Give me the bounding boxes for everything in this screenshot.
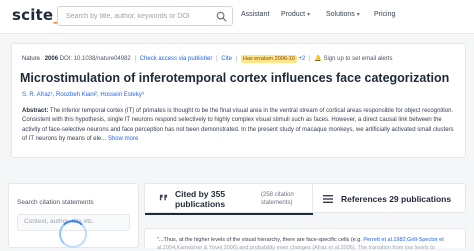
- authors[interactable]: S. R. Afraz¹, Roozbeh Kiani², Hossein Es…: [22, 92, 144, 98]
- loading-spinner-icon: [59, 220, 87, 248]
- separator: |: [309, 56, 311, 62]
- search-input[interactable]: [66, 10, 214, 23]
- statement-ref-link[interactable]: Perrett et al.1982;Grill-Spector et: [363, 237, 443, 243]
- citation-statement-card: "...Thus, at the higher levels of the vi…: [144, 228, 466, 251]
- nav-solutions[interactable]: Solutions ▾: [326, 11, 360, 18]
- statement-line-2: al.2004;Kanwisher & Yovel 2006) and prob…: [157, 245, 435, 251]
- tab-references[interactable]: References 29 publications: [313, 184, 465, 214]
- nav-pricing[interactable]: Pricing: [374, 11, 395, 18]
- show-more-link[interactable]: Show more: [108, 136, 138, 142]
- abstract-label: Abstract:: [22, 108, 49, 114]
- citation-search-panel: Search citation statements: [8, 183, 139, 248]
- active-tab-underline: [145, 213, 313, 215]
- doi[interactable]: DOI: 10.1038/nature04982: [60, 56, 131, 62]
- more-badges-link[interactable]: +2: [299, 56, 306, 62]
- erratum-badge[interactable]: Has erratum 2006-10: [240, 55, 297, 63]
- logo-text: scite: [12, 6, 54, 24]
- abstract: Abstract: The inferior temporal cortex (…: [22, 107, 458, 145]
- search-box[interactable]: [57, 6, 233, 26]
- references-count: References 29 publications: [341, 194, 452, 204]
- email-alerts-link[interactable]: Sign up to set email alerts: [323, 56, 392, 62]
- chevron-down-icon: ▾: [307, 12, 311, 18]
- paper-title: Microstimulation of inferotemporal corte…: [20, 71, 450, 85]
- abstract-text: The inferior temporal cortex (IT) of pri…: [22, 108, 454, 143]
- list-icon: [323, 195, 333, 203]
- scite-logo[interactable]: scite_: [12, 6, 61, 24]
- citation-statements-count: (258 citation statements): [261, 191, 294, 207]
- nav-solutions-label: Solutions: [326, 11, 355, 18]
- journal-name[interactable]: Nature: [22, 56, 40, 62]
- statement-text: "...Thus, at the higher levels of the vi…: [157, 237, 362, 243]
- chevron-down-icon: ▾: [356, 12, 360, 18]
- nav-product[interactable]: Product ▾: [281, 11, 310, 18]
- paper-meta: Nature 2006 DOI: 10.1038/nature04982 | C…: [22, 55, 392, 63]
- cited-by-line1: Cited by 355: [175, 189, 226, 199]
- quote-icon: [159, 194, 168, 201]
- statements-line2: statements): [261, 200, 293, 206]
- citation-search-label: Search citation statements: [17, 199, 94, 206]
- separator: |: [235, 56, 238, 62]
- cited-by-count: Cited by 355 publications: [175, 189, 225, 209]
- access-link[interactable]: Check access via publisher: [140, 56, 213, 62]
- bell-icon: 🔔: [314, 56, 322, 62]
- citation-tabs: Cited by 355 publications (258 citation st…: [144, 183, 466, 215]
- publication-year: 2006: [44, 56, 59, 62]
- statement-line-1: "...Thus, at the higher levels of the vi…: [157, 237, 444, 243]
- separator: |: [134, 56, 137, 62]
- statements-line1: (258 citation: [261, 192, 294, 198]
- nav-product-label: Product: [281, 11, 306, 18]
- top-bar: scite_ Assistant Product▾ Solutions▾ Pri…: [0, 0, 474, 34]
- search-icon[interactable]: [216, 11, 227, 22]
- nav-assistant-label: Assistant: [241, 11, 270, 18]
- nav-pricing-label: Pricing: [374, 11, 396, 18]
- separator: |: [216, 56, 218, 62]
- tab-cited-by[interactable]: Cited by 355 publications (258 citation st…: [145, 184, 313, 215]
- cite-link[interactable]: Cite: [221, 56, 232, 62]
- nav-assistant[interactable]: Assistant: [241, 11, 269, 18]
- paper-card: Nature 2006 DOI: 10.1038/nature04982 | C…: [11, 43, 466, 158]
- cited-by-line2: publications: [175, 199, 226, 209]
